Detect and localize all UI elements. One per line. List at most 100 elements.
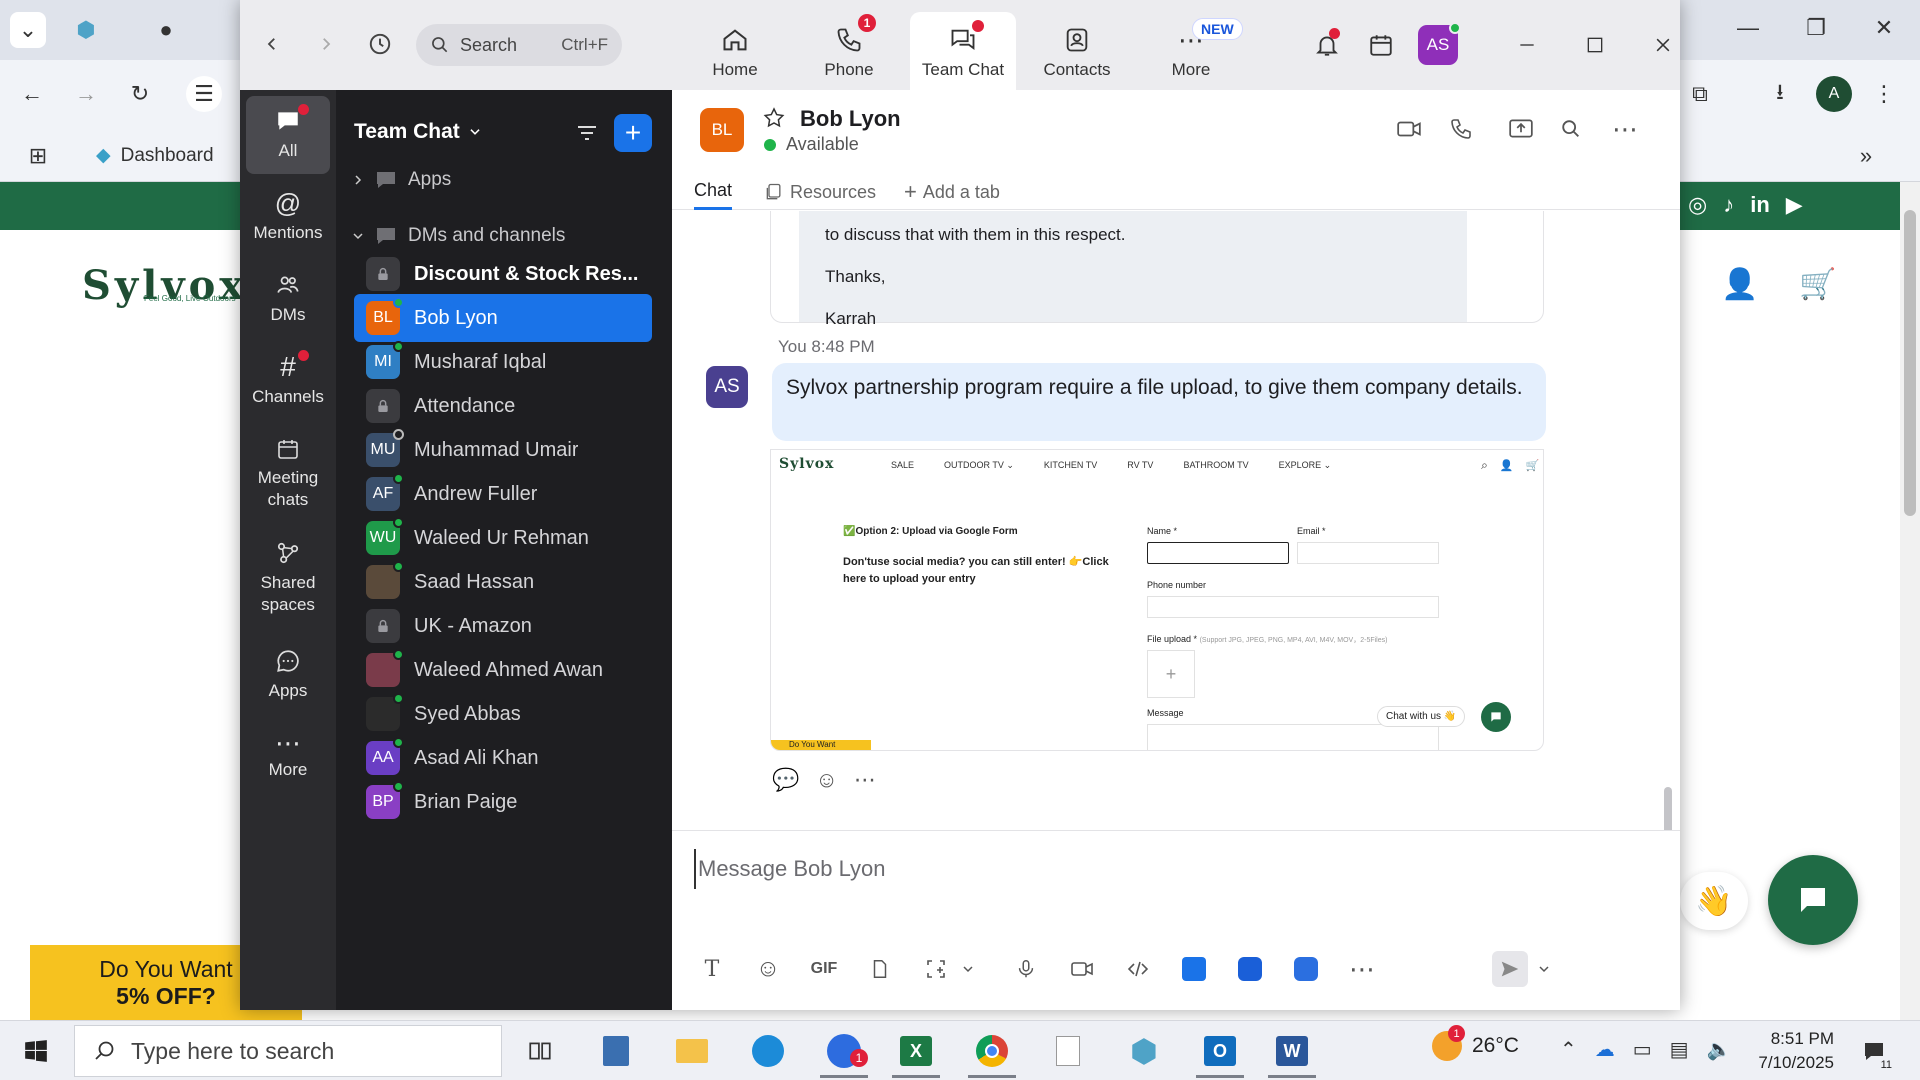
tab-team-chat[interactable]: Team Chat (910, 12, 1016, 90)
rail-shared-spaces[interactable]: Shared spaces (246, 530, 330, 626)
taskbar-chrome[interactable] (962, 1027, 1022, 1078)
download-icon[interactable]: ⭳ (1762, 76, 1798, 112)
format-text-button[interactable]: T (694, 951, 730, 987)
filter-button[interactable] (570, 116, 604, 150)
dm-item[interactable]: AA Asad Ali Khan (354, 734, 652, 782)
browser-menu-icon[interactable]: ⋮ (1866, 76, 1902, 112)
video-call-button[interactable] (1390, 110, 1428, 148)
back-icon[interactable]: ← (14, 76, 50, 112)
taskbar-search[interactable]: Type here to search (74, 1025, 502, 1077)
add-reaction-icon[interactable]: ☺ (815, 767, 837, 793)
network-icon[interactable]: ▤ (1670, 1037, 1689, 1062)
reload-icon[interactable]: ↻ (122, 76, 158, 112)
video-message-button[interactable] (1064, 951, 1100, 987)
reply-icon[interactable]: 💬 (772, 767, 799, 793)
maximize-button[interactable] (1576, 26, 1614, 64)
dm-item[interactable]: AF Andrew Fuller (354, 470, 652, 518)
volume-icon[interactable]: 🔈 (1707, 1037, 1732, 1062)
notification-center-button[interactable]: 11 (1856, 1035, 1894, 1071)
gif-button[interactable]: GIF (806, 951, 842, 987)
bookmarks-overflow-icon[interactable]: » (1848, 138, 1884, 174)
battery-icon[interactable]: ▭ (1633, 1037, 1652, 1062)
calendar-button[interactable] (1362, 26, 1400, 64)
cart-icon[interactable]: 🛒 (1799, 266, 1836, 302)
more-tools-button[interactable]: ⋯ (1344, 951, 1380, 987)
linkedin-icon[interactable]: in (1750, 192, 1770, 218)
account-icon[interactable]: 👤 (1721, 266, 1758, 302)
channel-item[interactable]: UK - Amazon (354, 602, 652, 650)
tab-chat[interactable]: Chat (694, 174, 733, 210)
taskbar-file-explorer[interactable] (662, 1027, 722, 1075)
restore-icon[interactable]: ❐ (1798, 10, 1834, 46)
browser-tab-favicon[interactable]: ⬢ (68, 12, 104, 48)
add-tab-button[interactable]: + Add a tab (904, 174, 1000, 210)
screenshot-button[interactable] (918, 951, 954, 987)
search-chat-button[interactable] (1552, 110, 1590, 148)
app-button-1[interactable] (1176, 951, 1212, 987)
site-settings-icon[interactable]: ☰ (186, 76, 222, 112)
send-button[interactable] (1492, 951, 1528, 987)
close-button[interactable] (1644, 26, 1680, 64)
rail-dms[interactable]: DMs (246, 260, 330, 338)
dm-item[interactable]: MU Muhammad Umair (354, 426, 652, 474)
rail-apps[interactable]: Apps (246, 636, 330, 714)
dm-item[interactable]: BL Bob Lyon (354, 294, 652, 342)
my-avatar[interactable]: AS (706, 366, 748, 408)
taskbar-clock[interactable]: 8:51 PM 7/10/2025 (1744, 1027, 1834, 1075)
phone-call-button[interactable] (1442, 110, 1480, 148)
taskbar-calculator[interactable] (586, 1027, 646, 1075)
rail-channels[interactable]: # Channels (246, 342, 330, 420)
more-dots-icon[interactable]: ⋯ (854, 767, 876, 793)
close-icon[interactable]: ✕ (1866, 10, 1902, 46)
more-options-button[interactable]: ⋯ (1606, 110, 1644, 148)
taskbar-weather[interactable]: 1 26°C (1432, 1025, 1519, 1061)
channel-item[interactable]: Attendance (354, 382, 652, 430)
tab-resources[interactable]: Resources (764, 174, 876, 210)
rail-meeting-chats[interactable]: Meeting chats (246, 426, 330, 522)
browser-tab-favicon[interactable]: ● (148, 12, 184, 48)
onedrive-icon[interactable]: ☁ (1595, 1037, 1615, 1062)
page-scroll-thumb[interactable] (1904, 210, 1916, 516)
start-button[interactable] (16, 1031, 56, 1071)
contact-avatar[interactable]: BL (700, 108, 744, 152)
message-input[interactable] (694, 849, 1654, 889)
star-button[interactable] (762, 106, 786, 130)
tab-contacts[interactable]: Contacts (1024, 12, 1130, 90)
taskbar-edge[interactable] (738, 1027, 798, 1075)
extensions-icon[interactable]: ⧉ (1682, 76, 1718, 112)
rail-more[interactable]: ⋯ More (246, 718, 330, 796)
apps-section-header[interactable]: Apps (352, 168, 451, 192)
screenshot-options-button[interactable] (958, 951, 978, 987)
new-chat-button[interactable]: + (614, 114, 652, 152)
share-screen-button[interactable] (1502, 110, 1540, 148)
tab-search-icon[interactable]: ⌄ (10, 12, 46, 48)
zoom-search[interactable]: Search Ctrl+F (416, 24, 622, 66)
taskbar-notepad[interactable] (1038, 1027, 1098, 1075)
taskbar-zoom[interactable]: 1 (814, 1027, 874, 1078)
send-options-button[interactable] (1532, 951, 1556, 987)
contact-name[interactable]: Bob Lyon (800, 106, 901, 132)
dm-item[interactable]: Saad Hassan (354, 558, 652, 606)
dm-item[interactable]: MI Musharaf Iqbal (354, 338, 652, 386)
tab-phone[interactable]: Phone 1 (796, 12, 902, 90)
taskbar-word[interactable]: W (1262, 1027, 1322, 1078)
chevron-up-icon[interactable]: ⌃ (1560, 1037, 1577, 1062)
voice-message-button[interactable] (1008, 951, 1044, 987)
rail-all[interactable]: All (246, 96, 330, 174)
site-chat-button[interactable] (1768, 855, 1858, 945)
dms-section-header[interactable]: DMs and channels (352, 224, 565, 248)
browser-profile-avatar[interactable]: A (1816, 76, 1852, 112)
my-message-bubble[interactable]: Sylvox partnership program require a fil… (772, 363, 1546, 441)
rail-mentions[interactable]: @ Mentions (246, 178, 330, 256)
code-snippet-button[interactable] (1120, 951, 1156, 987)
team-chat-menu[interactable]: Team Chat (354, 120, 482, 144)
taskbar-app[interactable]: ⬢ (1114, 1027, 1174, 1075)
history-button[interactable] (360, 24, 400, 64)
tab-more[interactable]: ⋯ More NEW (1138, 12, 1244, 90)
taskbar-excel[interactable]: X (886, 1027, 946, 1078)
instagram-icon[interactable]: ◎ (1688, 192, 1707, 218)
youtube-icon[interactable]: ▶ (1786, 192, 1803, 218)
profile-avatar[interactable]: AS (1418, 22, 1461, 65)
dm-item[interactable]: Syed Abbas (354, 690, 652, 738)
forward-button[interactable] (306, 24, 346, 64)
